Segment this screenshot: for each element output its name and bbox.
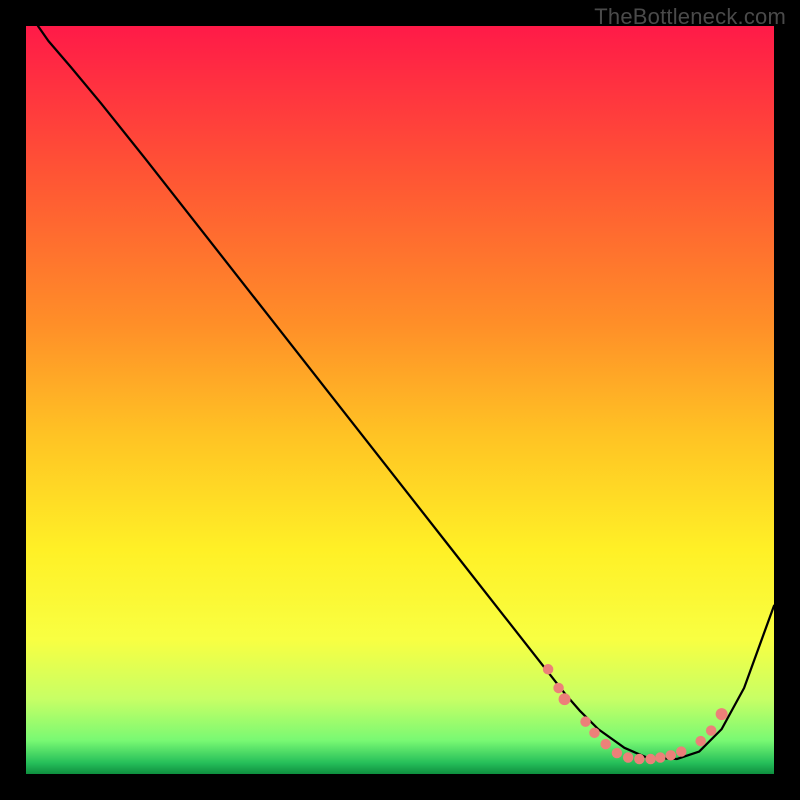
data-marker xyxy=(666,750,676,760)
data-marker xyxy=(645,754,655,764)
data-marker xyxy=(553,683,563,693)
watermark-text: TheBottleneck.com xyxy=(594,4,786,30)
data-marker xyxy=(543,664,553,674)
chart-svg xyxy=(26,26,774,774)
data-marker xyxy=(589,728,599,738)
data-marker xyxy=(716,708,728,720)
data-marker xyxy=(559,693,571,705)
data-marker xyxy=(676,746,686,756)
chart-root: TheBottleneck.com xyxy=(0,0,800,800)
gradient-background xyxy=(26,26,774,774)
data-marker xyxy=(695,736,705,746)
data-marker xyxy=(655,752,665,762)
plot-frame xyxy=(26,26,774,774)
data-marker xyxy=(580,716,590,726)
data-marker xyxy=(612,748,622,758)
plot-area xyxy=(26,26,774,774)
data-marker xyxy=(600,739,610,749)
data-marker xyxy=(634,754,644,764)
data-marker xyxy=(706,725,716,735)
data-marker xyxy=(623,752,633,762)
